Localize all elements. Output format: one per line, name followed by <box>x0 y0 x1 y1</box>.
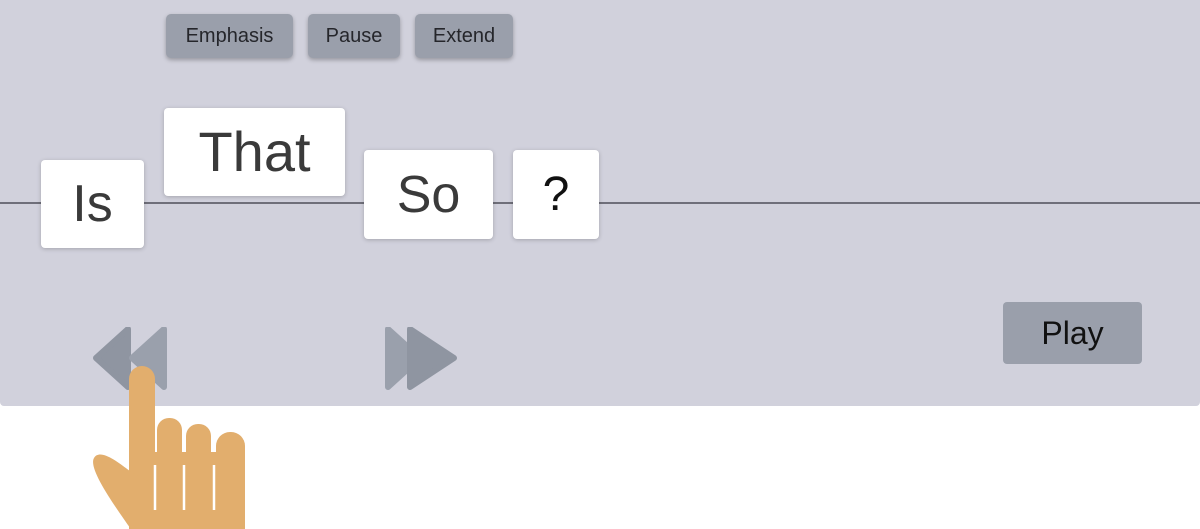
pause-button[interactable]: Pause <box>308 14 400 58</box>
forward-arrow-front <box>407 327 457 390</box>
word-card-so[interactable]: So <box>364 150 493 239</box>
app-screen: Emphasis Pause Extend Is That So ? Play <box>0 0 1200 529</box>
prosody-editor-panel: Emphasis Pause Extend Is That So ? Play <box>0 0 1200 406</box>
word-card-is[interactable]: Is <box>41 160 144 248</box>
word-card-text: Is <box>72 175 113 233</box>
word-card-question-mark[interactable]: ? <box>513 150 599 239</box>
pointing-hand-icon <box>93 366 245 529</box>
hand-shape <box>93 366 245 529</box>
word-card-text: ? <box>542 167 570 221</box>
word-card-text: That <box>198 120 311 183</box>
fast-forward-icon[interactable] <box>380 327 460 391</box>
extend-button[interactable]: Extend <box>415 14 513 58</box>
word-card-text: So <box>396 165 461 224</box>
play-button[interactable]: Play <box>1003 302 1142 364</box>
pitch-baseline <box>0 202 1200 204</box>
word-card-that[interactable]: That <box>164 108 345 196</box>
emphasis-button[interactable]: Emphasis <box>166 14 293 58</box>
